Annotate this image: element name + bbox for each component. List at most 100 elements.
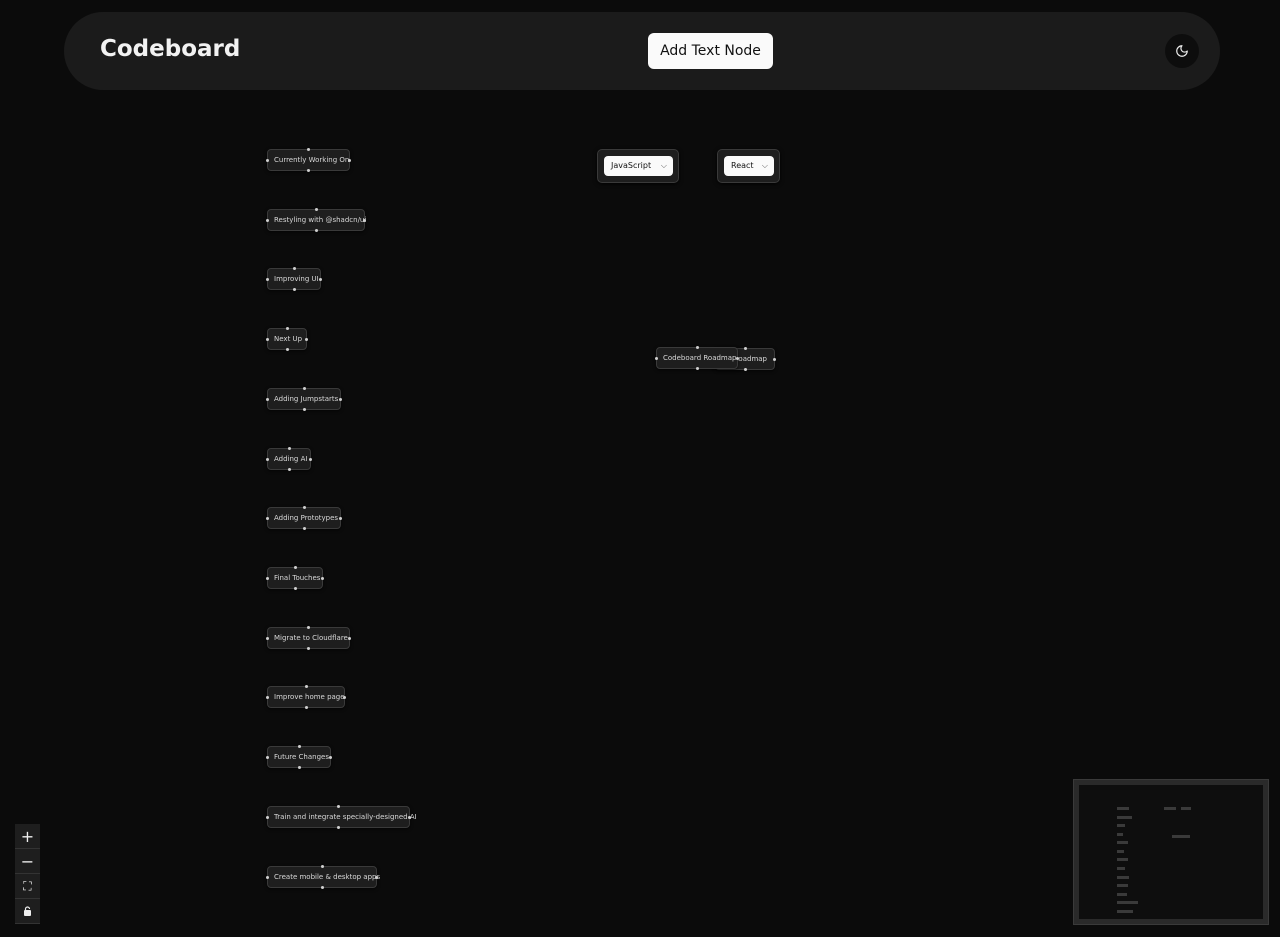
node-handle[interactable] (307, 148, 310, 151)
node-handle[interactable] (302, 387, 306, 390)
node-handle[interactable] (302, 527, 306, 530)
node-handle[interactable] (287, 447, 291, 450)
node-handle[interactable] (695, 346, 699, 349)
theme-toggle-button[interactable] (1165, 34, 1199, 68)
node-handle[interactable] (348, 158, 351, 162)
text-node[interactable]: Adding Jumpstarts (266, 387, 342, 411)
node-label: Adding AI (274, 455, 308, 463)
node-handle[interactable] (337, 826, 340, 829)
node-handle[interactable] (302, 506, 306, 509)
language-select-node[interactable]: JavaScript ⌵ (597, 149, 679, 183)
minimap-node (1117, 876, 1129, 879)
node-handle[interactable] (348, 636, 351, 640)
text-node[interactable]: Improve home page (266, 685, 346, 709)
node-label: Next Up (274, 335, 303, 343)
node-handle[interactable] (266, 337, 269, 341)
framework-select[interactable]: React ⌵ (724, 156, 774, 176)
node-handle[interactable] (363, 218, 366, 222)
node-handle[interactable] (304, 706, 308, 709)
node-handle[interactable] (304, 685, 308, 688)
node-handle[interactable] (266, 516, 269, 520)
framework-select-node[interactable]: React ⌵ (717, 149, 780, 183)
node-handle[interactable] (266, 277, 269, 281)
text-node[interactable]: Currently Working On (266, 148, 351, 172)
node-handle[interactable] (314, 208, 318, 211)
chevron-down-icon: ⌵ (761, 161, 768, 170)
minimap-node (1117, 858, 1128, 861)
node-handle[interactable] (266, 457, 269, 461)
node-handle[interactable] (343, 695, 346, 699)
node-handle[interactable] (307, 647, 310, 650)
minimap-node (1117, 867, 1125, 870)
node-handle[interactable] (302, 408, 306, 411)
node-handle[interactable] (266, 397, 269, 401)
node-handle[interactable] (309, 457, 312, 461)
node-handle[interactable] (293, 587, 297, 590)
text-node[interactable]: Adding Prototypes (266, 506, 342, 530)
node-handle[interactable] (329, 755, 332, 759)
minimap[interactable] (1073, 779, 1269, 925)
node-handle[interactable] (339, 397, 342, 401)
text-node[interactable]: Create mobile & desktop apps (266, 865, 381, 889)
node-handle[interactable] (292, 267, 296, 270)
node-handle[interactable] (321, 576, 324, 580)
node-handle[interactable] (655, 356, 658, 360)
minimap-node (1172, 835, 1190, 838)
node-handle[interactable] (337, 805, 340, 808)
add-text-node-button[interactable]: Add Text Node (648, 33, 773, 69)
text-node[interactable]: Restyling with @shadcn/ui (266, 208, 367, 232)
text-node[interactable]: Improving UI (266, 267, 322, 291)
node-handle[interactable] (320, 886, 324, 889)
node-handle[interactable] (743, 347, 747, 350)
node-handle[interactable] (285, 327, 289, 330)
node-handle[interactable] (320, 865, 324, 868)
node-handle[interactable] (266, 158, 269, 162)
node-handle[interactable] (339, 516, 342, 520)
lock-icon (24, 906, 31, 916)
node-handle[interactable] (266, 695, 269, 699)
text-node[interactable]: Migrate to Cloudflare (266, 626, 351, 650)
text-node[interactable]: Final Touches (266, 566, 324, 590)
node-label: Create mobile & desktop apps (274, 873, 381, 881)
text-node[interactable]: Adding AI (266, 447, 312, 471)
node-handle[interactable] (266, 218, 269, 222)
node-handle[interactable] (375, 875, 378, 879)
node-handle[interactable] (292, 288, 296, 291)
minimap-node (1117, 901, 1138, 904)
text-node[interactable]: Next Up (266, 327, 308, 351)
node-handle[interactable] (285, 348, 289, 351)
node-label: Restyling with @shadcn/ui (274, 216, 367, 224)
node-handle[interactable] (266, 815, 269, 819)
node-handle[interactable] (743, 368, 747, 371)
chevron-down-icon: ⌵ (660, 161, 667, 170)
node-handle[interactable] (287, 468, 291, 471)
node-handle[interactable] (773, 357, 776, 361)
node-handle[interactable] (307, 169, 310, 172)
language-select[interactable]: JavaScript ⌵ (604, 156, 673, 176)
node-handle[interactable] (266, 576, 269, 580)
node-handle[interactable] (293, 566, 297, 569)
fit-view-button[interactable]: ⛶ (15, 874, 40, 899)
node-handle[interactable] (305, 337, 308, 341)
node-handle[interactable] (297, 766, 301, 769)
node-handle[interactable] (266, 875, 269, 879)
text-node[interactable]: Future Changes (266, 745, 332, 769)
roadmap-node[interactable]: Codeboard Roadmap (655, 346, 739, 370)
node-handle[interactable] (314, 229, 318, 232)
node-handle[interactable] (266, 755, 269, 759)
node-handle[interactable] (297, 745, 301, 748)
node-handle[interactable] (695, 367, 699, 370)
node-label: Migrate to Cloudflare (274, 634, 348, 642)
node-handle[interactable] (736, 356, 739, 360)
text-node[interactable]: Train and integrate specially-designed A… (266, 805, 417, 829)
node-handle[interactable] (307, 626, 310, 629)
node-handle[interactable] (319, 277, 322, 281)
moon-icon (1176, 45, 1188, 57)
zoom-out-button[interactable]: − (15, 849, 40, 874)
zoom-in-button[interactable]: + (15, 824, 40, 849)
minimap-node (1117, 841, 1128, 844)
lock-button[interactable] (15, 899, 40, 924)
node-handle[interactable] (408, 815, 411, 819)
node-label: Improving UI (274, 275, 319, 283)
node-handle[interactable] (266, 636, 269, 640)
